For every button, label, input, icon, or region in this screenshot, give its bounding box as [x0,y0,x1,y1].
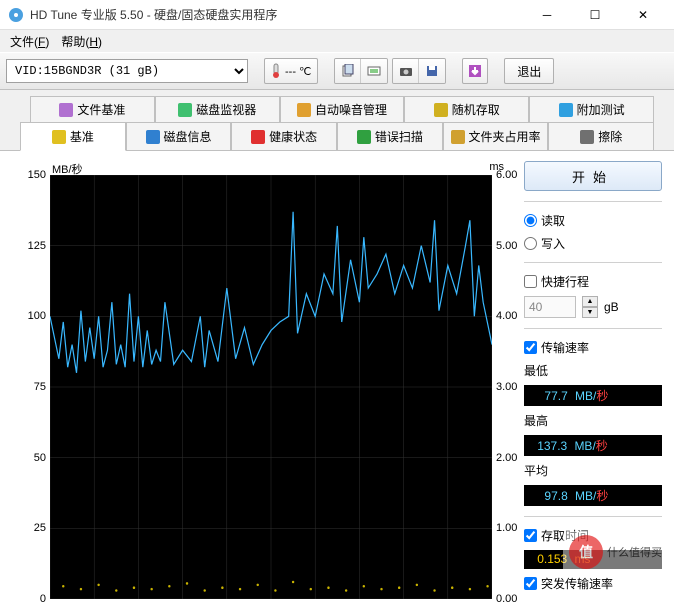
toolbar: VID:15BGND3R (31 gB) --- ℃ 退出 [0,52,674,90]
toolbar-group-1 [334,58,388,84]
tab-upper-1[interactable]: 磁盘监视器 [155,96,280,122]
y-left-tick: 100 [28,310,50,322]
benchmark-chart: 02550751001251500.001.002.003.004.005.00… [50,175,492,599]
exit-button[interactable]: 退出 [504,58,554,84]
menu-bar: 文件(F) 帮助(H) [0,30,674,52]
check-transfer-rate[interactable]: 传输速率 [524,339,662,356]
tab-upper-2[interactable]: 自动噪音管理 [280,96,405,122]
y-left-tick: 125 [28,240,50,252]
max-value: 137.3 MB/秒 [524,435,662,456]
tabs-row-upper: 文件基准磁盘监视器自动噪音管理随机存取附加测试 [0,90,674,122]
window-title: HD Tune 专业版 5.50 - 硬盘/固态硬盘实用程序 [30,6,524,23]
maximize-button[interactable]: ☐ [572,0,618,30]
y-right-tick: 1.00 [492,522,517,534]
y-right-tick: 3.00 [492,381,517,393]
tab-lower-4[interactable]: 文件夹占用率 [443,122,549,151]
spin-down[interactable]: ▼ [582,307,598,318]
radio-write[interactable]: 写入 [524,235,662,252]
y-right-tick: 6.00 [492,169,517,181]
chart-area: MB/秒 ms 02550751001251500.001.002.003.00… [12,161,512,599]
close-button[interactable]: ✕ [620,0,666,30]
min-label: 最低 [524,362,662,379]
tab-upper-4[interactable]: 附加测试 [529,96,654,122]
y-left-tick: 75 [34,381,50,393]
screenshot-button[interactable] [393,59,419,83]
spin-up[interactable]: ▲ [582,296,598,307]
tab-upper-0[interactable]: 文件基准 [30,96,155,122]
title-bar: HD Tune 专业版 5.50 - 硬盘/固态硬盘实用程序 ─ ☐ ✕ [0,0,674,30]
y-left-tick: 150 [28,169,50,181]
tab-lower-5[interactable]: 擦除 [548,122,654,151]
tab-lower-2[interactable]: 健康状态 [231,122,337,151]
short-stroke-unit: gB [604,300,619,314]
app-icon [8,7,24,23]
toolbar-group-2 [392,58,446,84]
avg-label: 平均 [524,462,662,479]
y-right-tick: 0.00 [492,593,517,605]
y-right-tick: 2.00 [492,452,517,464]
tab-upper-3[interactable]: 随机存取 [404,96,529,122]
watermark: 值 什么值得买 [563,531,668,573]
temperature-display: --- ℃ [264,58,318,84]
y-right-tick: 4.00 [492,310,517,322]
tab-lower-3[interactable]: 错误扫描 [337,122,443,151]
y-left-tick: 25 [34,522,50,534]
y-right-tick: 5.00 [492,240,517,252]
drive-select[interactable]: VID:15BGND3R (31 gB) [6,59,248,83]
max-label: 最高 [524,412,662,429]
radio-read[interactable]: 读取 [524,212,662,229]
check-short-stroke[interactable]: 快捷行程 [524,273,662,290]
short-stroke-input[interactable] [524,296,576,318]
y-left-tick: 50 [34,452,50,464]
menu-file[interactable]: 文件(F) [4,31,55,52]
menu-help[interactable]: 帮助(H) [55,31,108,52]
copy-info-button[interactable] [335,59,361,83]
tabs-row-lower: 基准磁盘信息健康状态错误扫描文件夹占用率擦除 [0,122,674,151]
avg-value: 97.8 MB/秒 [524,485,662,506]
tab-lower-1[interactable]: 磁盘信息 [126,122,232,151]
tab-lower-0[interactable]: 基准 [20,122,126,151]
minimize-button[interactable]: ─ [524,0,570,30]
min-value: 77.7 MB/秒 [524,385,662,406]
save-button[interactable] [419,59,445,83]
thermometer-icon [271,63,281,79]
y-left-tick: 0 [40,593,50,605]
start-button[interactable]: 开始 [524,161,662,191]
check-burst-rate[interactable]: 突发传输速率 [524,575,662,592]
watermark-icon: 值 [569,535,603,569]
copy-screenshot-button[interactable] [361,59,387,83]
options-button[interactable] [462,58,488,84]
